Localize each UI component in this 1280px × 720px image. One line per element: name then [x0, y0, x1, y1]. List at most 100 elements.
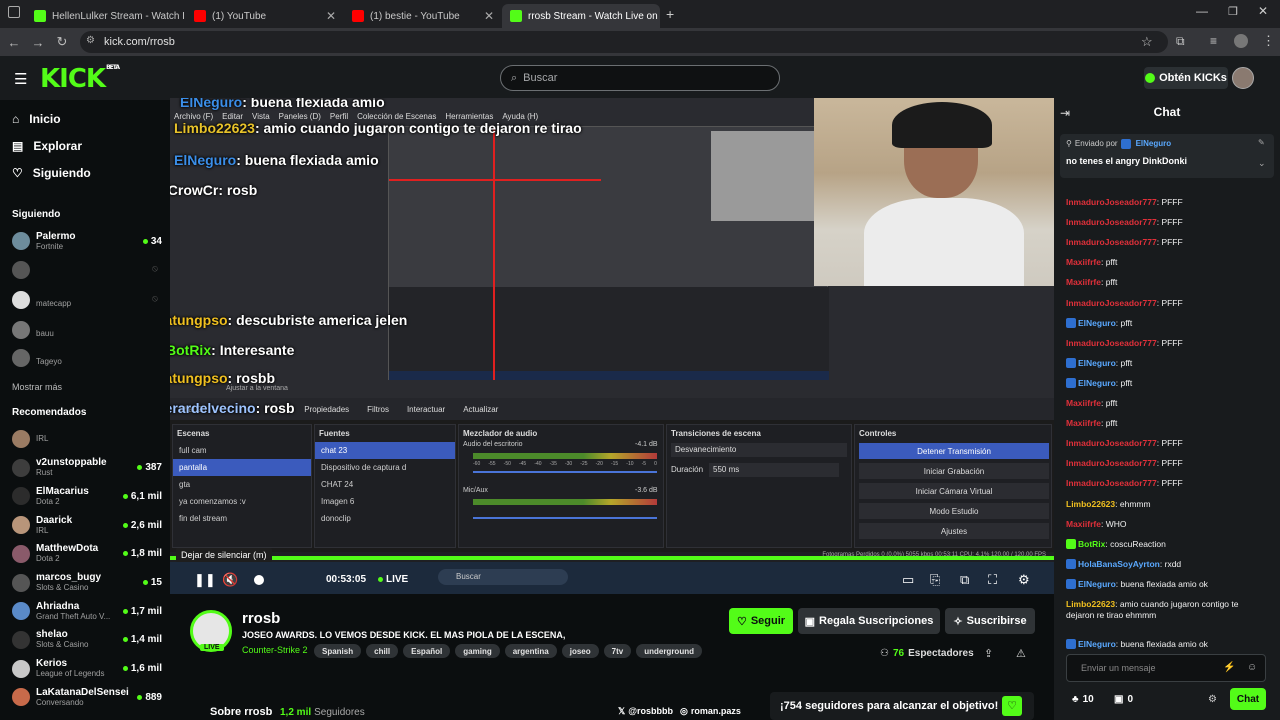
minimize-icon[interactable]: — [1196, 4, 1208, 18]
get-kicks-button[interactable]: Obtén KICKs [1144, 67, 1228, 89]
browser-tab-active[interactable]: rrosb Stream - Watch Live on K✕ [502, 4, 660, 28]
scene-item[interactable]: fin del stream [173, 510, 311, 527]
scene-item-selected[interactable]: pantalla [173, 459, 311, 476]
follow-button[interactable]: ♡ Seguir [729, 608, 793, 634]
chat-username[interactable]: HolaBanaSoyAyrton [1078, 559, 1160, 569]
chat-username[interactable]: ElNeguro [1078, 579, 1116, 589]
chat-username[interactable]: InmaduroJoseador777 [1066, 458, 1157, 468]
recommended-channel[interactable]: shelao Slots & Casino 1,4 mil [12, 627, 162, 653]
obs-refresh-button[interactable]: Actualizar [463, 405, 498, 414]
volume-slider[interactable] [473, 517, 657, 519]
maximize-icon[interactable]: ❐ [1228, 5, 1238, 18]
obs-interact-button[interactable]: Interactuar [407, 405, 445, 414]
chat-username[interactable]: InmaduroJoseador777 [1066, 478, 1157, 488]
nav-home[interactable]: ⌂ Inicio [12, 112, 61, 126]
emote-picker-icon[interactable]: ⚡ [1223, 662, 1235, 673]
tag[interactable]: joseo [561, 644, 599, 658]
chat-username[interactable]: Limbo22623 [1066, 599, 1115, 609]
scene-item[interactable]: gta [173, 476, 311, 493]
volume-slider[interactable] [473, 471, 657, 473]
recommended-channel[interactable]: Kerios League of Legends 1,6 mil [12, 656, 162, 682]
goal-heart-icon[interactable]: ♡ [1002, 696, 1022, 716]
url-bar[interactable]: kick.com/rrosb [80, 31, 1168, 53]
category-link[interactable]: Counter-Strike 2 [242, 645, 308, 655]
recommended-channel[interactable]: Daarick IRL 2,6 mil [12, 512, 162, 538]
tab-search-icon[interactable] [8, 6, 20, 18]
search-input[interactable]: ⌕ Buscar [500, 65, 780, 91]
recommended-channel[interactable]: v2unstoppable Rust 387 [12, 455, 162, 481]
share-icon[interactable]: ⇪ [984, 647, 993, 660]
volume-slider-handle[interactable] [254, 575, 264, 585]
chat-username[interactable]: InmaduroJoseador777 [1066, 338, 1157, 348]
chevron-down-icon[interactable]: ⌄ [1258, 158, 1266, 169]
new-tab-icon[interactable]: + [666, 6, 674, 22]
instagram-link[interactable]: ◎ roman.pazs [680, 706, 741, 717]
recommended-channel[interactable]: ElMacarius Dota 2 6,1 mil [12, 483, 162, 509]
pip-icon[interactable]: ⧉ [960, 572, 969, 588]
browser-tab[interactable]: (1) YouTube ✕ [186, 4, 344, 28]
chat-username[interactable]: InmaduroJoseador777 [1066, 197, 1157, 207]
chat-username[interactable]: BotRix [1078, 539, 1105, 549]
chat-username[interactable]: ElNeguro [1078, 639, 1116, 649]
chat-username[interactable]: InmaduroJoseador777 [1066, 237, 1157, 247]
tag[interactable]: chill [366, 644, 399, 658]
browser-menu-icon[interactable]: ⋮ [1262, 33, 1275, 49]
start-recording-button[interactable]: Iniciar Grabación [859, 463, 1049, 479]
tag[interactable]: 7tv [603, 644, 632, 658]
duration-input[interactable]: 550 ms [709, 463, 839, 477]
bookmark-star-icon[interactable]: ☆ [1141, 34, 1153, 50]
site-info-icon[interactable]: ⚙ [86, 35, 95, 46]
chat-username[interactable]: Maxiifrfe [1066, 398, 1101, 408]
channel-points[interactable]: ♣ 10 [1072, 694, 1094, 705]
video-player[interactable]: Archivo (F) Editar Vista Paneles (D) Perfil C… [170, 98, 1054, 594]
scene-item[interactable]: full cam [173, 442, 311, 459]
live-indicator[interactable]: LIVE [378, 574, 408, 585]
pinned-user[interactable]: ElNeguro [1136, 139, 1172, 149]
transition-select[interactable]: Desvanecimiento [671, 443, 847, 457]
fullscreen-icon[interactable]: ⛶ [988, 572, 997, 588]
theater-mode-icon[interactable]: ▭ [902, 572, 914, 588]
chat-username[interactable]: Maxiifrfe [1066, 519, 1101, 529]
chat-settings-icon[interactable]: ⚙ [1208, 694, 1217, 705]
recommended-channel[interactable]: IRL [12, 426, 162, 452]
hamburger-menu-icon[interactable]: ☰ [14, 70, 27, 88]
chat-username[interactable]: Maxiifrfe [1066, 277, 1101, 287]
emoji-icon[interactable]: ☺ [1247, 662, 1257, 673]
following-channel[interactable]: Palermo Fortnite 34 [12, 228, 162, 254]
recommended-channel[interactable]: LaKatanaDelSensei Conversando 889 [12, 684, 162, 710]
back-icon[interactable]: ← [2, 35, 26, 50]
following-channel[interactable]: bauu [12, 317, 162, 343]
pause-icon[interactable]: ❚❚ [194, 572, 216, 588]
channel-name[interactable]: rrosb [242, 610, 280, 627]
source-item[interactable]: CHAT 24 [315, 476, 455, 493]
virtual-camera-button[interactable]: Iniciar Cámara Virtual [859, 483, 1049, 499]
chat-username[interactable]: Limbo22623 [1066, 499, 1115, 509]
studio-mode-button[interactable]: Modo Estudio [859, 503, 1049, 519]
gift-subs-button[interactable]: ▣ Regala Suscripciones [798, 608, 940, 634]
scene-item[interactable]: ya comenzamos :v [173, 493, 311, 510]
source-item[interactable]: Imagen 6 [315, 493, 455, 510]
extensions-icon[interactable]: ⧉ [1176, 34, 1185, 49]
window-close-icon[interactable]: ✕ [1258, 4, 1268, 18]
user-avatar[interactable] [1232, 67, 1254, 89]
settings-button[interactable]: Ajustes [859, 523, 1049, 539]
browser-tab[interactable]: HellenLulker Stream - Watch Li✕ [26, 4, 184, 28]
send-chat-button[interactable]: Chat [1230, 688, 1266, 710]
progress-bar[interactable] [170, 556, 1054, 560]
tag[interactable]: gaming [455, 644, 500, 658]
settings-gear-icon[interactable]: ⚙ [1018, 572, 1030, 588]
following-channel[interactable]: ⦸ [12, 257, 162, 283]
show-more-link[interactable]: Mostrar más [12, 382, 62, 392]
recommended-channel[interactable]: MatthewDota Dota 2 1,8 mil [12, 541, 162, 567]
source-item[interactable]: Dispositivo de captura d [315, 459, 455, 476]
following-channel[interactable]: Tageyo [12, 345, 162, 371]
recommended-channel[interactable]: Ahriadna Grand Theft Auto V... 1,7 mil [12, 598, 162, 624]
chat-username[interactable]: ElNeguro [1078, 318, 1116, 328]
obs-filters-button[interactable]: Filtros [367, 405, 389, 414]
source-item-selected[interactable]: chat 23 [315, 442, 455, 459]
report-icon[interactable]: ⚠ [1016, 647, 1026, 660]
tag[interactable]: underground [636, 644, 702, 658]
nav-following[interactable]: ♡ Siguiendo [12, 166, 91, 180]
x-link[interactable]: 𝕏 @rosbbbb [618, 706, 673, 717]
nav-explore[interactable]: ▤ Explorar [12, 139, 82, 153]
